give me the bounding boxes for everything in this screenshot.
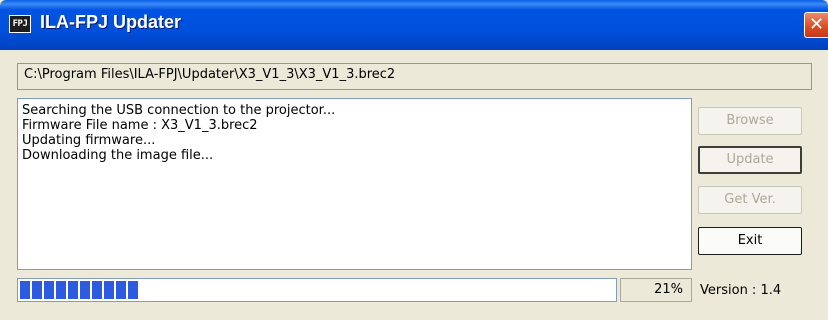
version-label: Version : 1.4	[700, 283, 782, 298]
log-line: Updating firmware...	[22, 133, 156, 148]
close-icon: ✕	[808, 14, 825, 35]
progress-bar-fill	[20, 281, 138, 299]
log-line: Firmware File name : X3_V1_3.brec2	[22, 118, 258, 133]
log-line: Searching the USB connection to the proj…	[22, 103, 336, 118]
close-button[interactable]: ✕	[804, 12, 828, 38]
log-line: Downloading the image file...	[22, 148, 214, 163]
progress-percent: 21%	[620, 278, 692, 302]
window-title: ILA-FPJ Updater	[40, 12, 182, 32]
get-ver-button[interactable]: Get Ver.	[698, 186, 802, 214]
browse-button[interactable]: Browse	[698, 107, 802, 135]
update-button[interactable]: Update	[698, 146, 802, 174]
progress-bar	[17, 278, 617, 302]
exit-button[interactable]: Exit	[698, 227, 802, 255]
app-icon: FPJ	[9, 15, 31, 33]
status-log[interactable]: Searching the USB connection to the proj…	[17, 98, 692, 270]
title-bar[interactable]: FPJ ILA-FPJ Updater ✕	[0, 0, 828, 50]
firmware-path-field[interactable]: C:\Program Files\ILA-FPJ\Updater\X3_V1_3…	[17, 63, 812, 90]
